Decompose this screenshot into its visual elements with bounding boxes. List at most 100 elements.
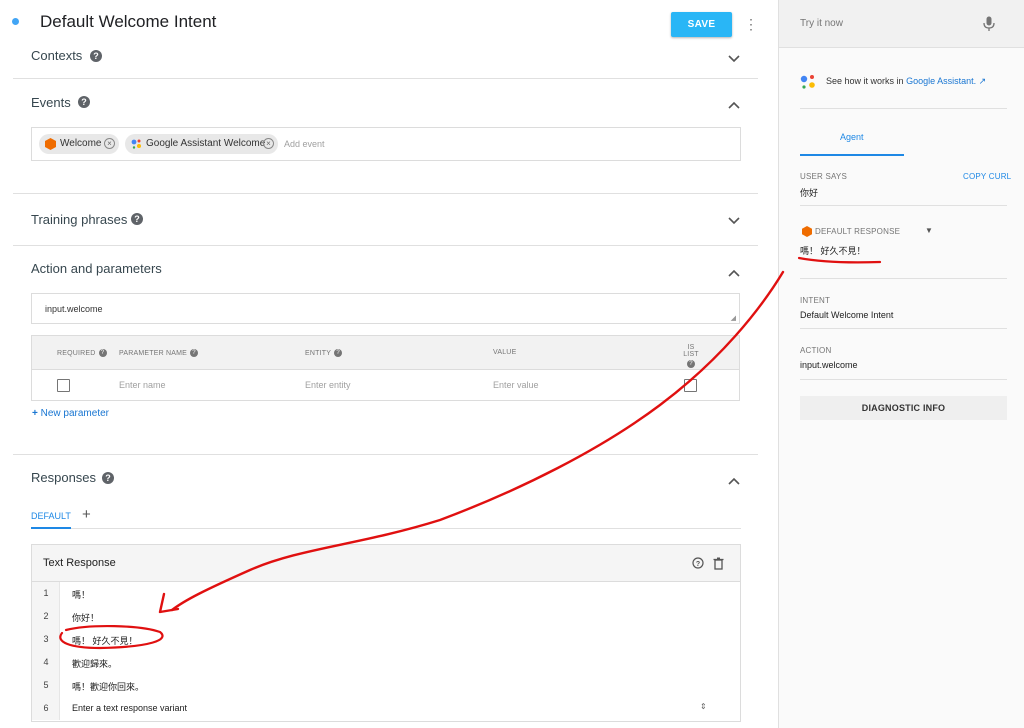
- value-input[interactable]: Enter value: [493, 380, 539, 390]
- divider: [13, 78, 758, 79]
- divider: [13, 245, 758, 246]
- resize-handle-icon[interactable]: ◢: [731, 314, 736, 322]
- google-assistant-promo: See how it works in Google Assistant. ↗: [826, 76, 987, 86]
- text-response-card: Text Response ? 1 嗎！ 2 你好！ 3 嗎！ 好久不見！ 4 歡迎歸來…: [31, 544, 741, 722]
- chevron-up-icon[interactable]: [727, 98, 741, 112]
- event-chip-google-assistant-welcome[interactable]: Google Assistant Welcome ×: [125, 134, 278, 154]
- add-language-tab-icon[interactable]: +: [82, 506, 91, 523]
- chip-label: Welcome: [60, 138, 102, 149]
- help-icon[interactable]: ?: [131, 213, 143, 225]
- active-tab-indicator: [31, 527, 71, 529]
- new-parameter-link[interactable]: + New parameter: [32, 408, 109, 419]
- response-row[interactable]: 3 嗎！ 好久不見！: [32, 628, 740, 651]
- help-icon[interactable]: ?: [102, 472, 114, 484]
- remove-chip-icon[interactable]: ×: [104, 138, 115, 149]
- tab-default[interactable]: DEFAULT: [31, 511, 71, 521]
- text-response-header: Text Response ?: [32, 545, 740, 582]
- active-tab-indicator: [800, 154, 904, 156]
- parameters-table: REQUIRED? PARAMETER NAME? ENTITY? VALUE …: [31, 335, 740, 401]
- value-column-header: VALUE: [493, 349, 517, 356]
- events-input[interactable]: Welcome × Google Assistant Welcome × Add…: [31, 127, 741, 161]
- event-chip-welcome[interactable]: Welcome ×: [39, 134, 119, 154]
- test-console: Try it now See how it works in Google As…: [778, 0, 1024, 728]
- plus-icon: +: [32, 408, 38, 419]
- divider: [800, 205, 1007, 206]
- events-heading[interactable]: Events: [31, 95, 71, 110]
- parameter-name-column-header: PARAMETER NAME?: [119, 349, 199, 357]
- entity-input[interactable]: Enter entity: [305, 380, 351, 390]
- microphone-icon[interactable]: [983, 16, 995, 32]
- help-icon[interactable]: ?: [90, 50, 102, 62]
- dialogflow-icon: [45, 138, 56, 150]
- action-label: ACTION: [800, 346, 832, 355]
- help-icon[interactable]: ?: [98, 349, 107, 357]
- chevron-down-icon[interactable]: [727, 52, 741, 66]
- help-icon[interactable]: ?: [334, 349, 343, 357]
- help-icon[interactable]: ?: [687, 360, 695, 368]
- trash-icon[interactable]: [713, 557, 724, 570]
- diagnostic-info-button[interactable]: DIAGNOSTIC INFO: [800, 396, 1007, 420]
- intent-title[interactable]: Default Welcome Intent: [40, 12, 216, 32]
- divider: [13, 193, 758, 194]
- action-value: input.welcome: [45, 304, 103, 314]
- chip-label: Google Assistant Welcome: [146, 138, 266, 149]
- is-list-checkbox[interactable]: [684, 379, 697, 392]
- google-assistant-icon: [800, 75, 815, 89]
- entity-column-header: ENTITY?: [305, 349, 343, 357]
- response-input[interactable]: Enter a text response variant: [72, 703, 187, 713]
- intent-label: INTENT: [800, 296, 831, 305]
- intent-header: Default Welcome Intent SAVE ⋮: [0, 0, 778, 46]
- response-row[interactable]: 2 你好！: [32, 605, 740, 628]
- tab-agent[interactable]: Agent: [840, 132, 864, 142]
- required-checkbox[interactable]: [57, 379, 70, 392]
- is-list-column-header: IS LIST?: [683, 344, 699, 368]
- default-response-value: 嗎！ 好久不見！: [800, 246, 866, 256]
- help-outline-icon[interactable]: ?: [692, 557, 704, 569]
- user-says-label: USER SAYS: [800, 172, 847, 181]
- required-column-header: REQUIRED?: [57, 349, 107, 357]
- remove-chip-icon[interactable]: ×: [263, 138, 274, 149]
- divider: [800, 379, 1007, 380]
- contexts-heading[interactable]: Contexts: [31, 48, 82, 63]
- dialogflow-icon: [802, 226, 812, 237]
- dropdown-arrow-icon[interactable]: ▼: [925, 226, 933, 235]
- external-link-icon[interactable]: ↗: [979, 76, 987, 86]
- action-value: input.welcome: [800, 360, 858, 370]
- action-input[interactable]: input.welcome ◢: [31, 293, 740, 324]
- response-row[interactable]: 5 嗎！歡迎你回來。: [32, 674, 740, 697]
- try-it-input[interactable]: Try it now: [800, 18, 843, 29]
- training-phrases-heading[interactable]: Training phrases: [31, 212, 127, 227]
- chevron-down-icon[interactable]: [727, 214, 741, 228]
- responses-heading[interactable]: Responses: [31, 470, 96, 485]
- google-assistant-link[interactable]: Google Assistant.: [906, 76, 976, 86]
- default-response-label: DEFAULT RESPONSE: [815, 227, 901, 236]
- response-row[interactable]: 4 歡迎歸來。: [32, 651, 740, 674]
- spinner-arrows-icon[interactable]: ⇕: [700, 702, 707, 711]
- divider: [800, 328, 1007, 329]
- google-assistant-icon: [131, 139, 141, 149]
- tab-divider: [31, 528, 741, 529]
- save-button[interactable]: SAVE: [671, 12, 732, 37]
- parameters-table-header: REQUIRED? PARAMETER NAME? ENTITY? VALUE …: [32, 336, 739, 370]
- svg-text:?: ?: [696, 561, 700, 568]
- divider: [13, 454, 758, 455]
- try-it-bar[interactable]: Try it now: [779, 0, 1024, 48]
- chevron-up-icon[interactable]: [727, 266, 741, 280]
- intent-editor: Default Welcome Intent SAVE ⋮ Contexts ?…: [0, 0, 778, 728]
- more-vert-icon[interactable]: ⋮: [744, 14, 758, 34]
- text-response-title: Text Response: [43, 557, 116, 569]
- copy-curl-button[interactable]: COPY CURL: [963, 172, 1011, 181]
- divider: [800, 108, 1007, 109]
- parameter-name-input[interactable]: Enter name: [119, 380, 166, 390]
- status-dot: [12, 18, 19, 25]
- action-parameters-heading[interactable]: Action and parameters: [31, 261, 162, 276]
- divider: [800, 278, 1007, 279]
- response-input-row[interactable]: 6 Enter a text response variant ⇕: [32, 697, 740, 720]
- add-event-placeholder: Add event: [284, 139, 325, 149]
- response-row[interactable]: 1 嗎！: [32, 582, 740, 605]
- intent-link[interactable]: Default Welcome Intent: [800, 310, 893, 320]
- user-says-value: 你好: [800, 188, 819, 198]
- help-icon[interactable]: ?: [190, 349, 199, 357]
- chevron-up-icon[interactable]: [727, 474, 741, 488]
- help-icon[interactable]: ?: [78, 96, 90, 108]
